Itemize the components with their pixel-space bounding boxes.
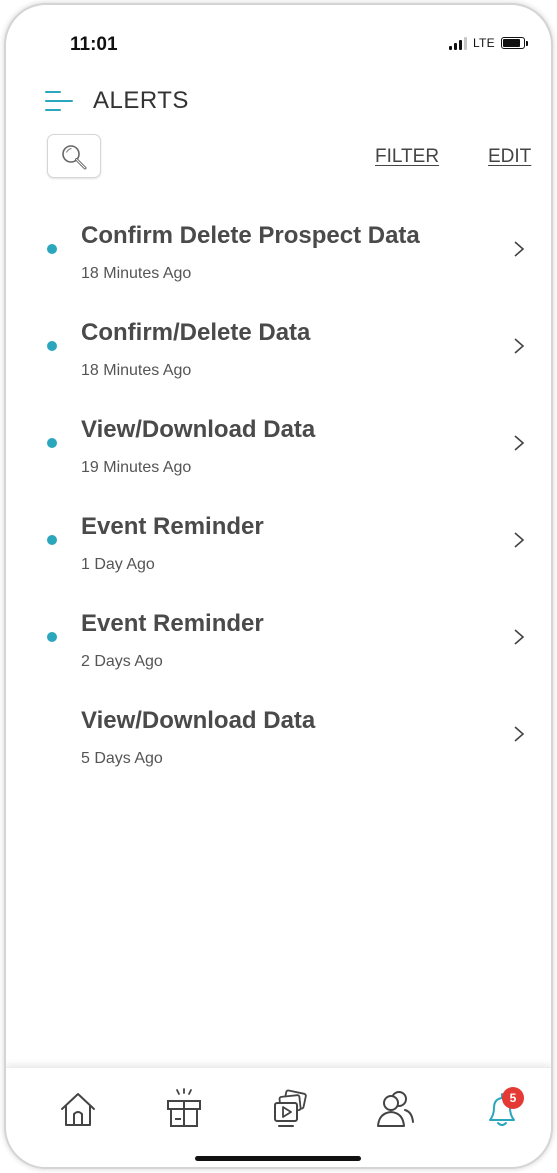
nav-contacts[interactable] bbox=[374, 1088, 418, 1132]
status-time: 11:01 bbox=[70, 34, 118, 55]
search-button[interactable] bbox=[47, 134, 101, 178]
contacts-icon bbox=[377, 1091, 414, 1127]
unread-dot bbox=[47, 438, 57, 448]
chevron-right-icon bbox=[514, 726, 525, 742]
alert-title: View/Download Data bbox=[81, 707, 316, 734]
alert-item[interactable]: Event Reminder 2 Days Ago bbox=[6, 598, 551, 695]
unread-dot bbox=[47, 632, 57, 642]
alert-title: View/Download Data bbox=[81, 416, 316, 443]
alert-item[interactable]: Event Reminder 1 Day Ago bbox=[6, 501, 551, 598]
chevron-right-icon bbox=[514, 435, 525, 451]
unread-dot bbox=[47, 535, 57, 545]
chevron-right-icon bbox=[514, 629, 525, 645]
alert-item[interactable]: Confirm Delete Prospect Data 18 Minutes … bbox=[6, 210, 551, 307]
alerts-list: Confirm Delete Prospect Data 18 Minutes … bbox=[6, 210, 551, 792]
alert-title: Event Reminder bbox=[81, 610, 264, 637]
network-label: LTE bbox=[472, 36, 495, 50]
alert-item[interactable]: View/Download Data 5 Days Ago bbox=[6, 695, 551, 792]
alert-item[interactable]: View/Download Data 19 Minutes Ago bbox=[6, 404, 551, 501]
alert-time: 18 Minutes Ago bbox=[81, 362, 192, 379]
bottom-nav: 5 bbox=[6, 1067, 551, 1167]
alert-title: Event Reminder bbox=[81, 513, 264, 540]
unread-dot bbox=[47, 341, 57, 351]
alert-item[interactable]: Confirm/Delete Data 18 Minutes Ago bbox=[6, 307, 551, 404]
alert-title: Confirm Delete Prospect Data bbox=[81, 222, 420, 249]
nav-gifts[interactable] bbox=[162, 1088, 206, 1132]
chevron-right-icon bbox=[514, 338, 525, 354]
signal-icon bbox=[448, 36, 467, 50]
alert-title: Confirm/Delete Data bbox=[81, 319, 311, 346]
home-icon bbox=[61, 1093, 95, 1126]
edit-link[interactable]: EDIT bbox=[488, 146, 531, 168]
page-title: ALERTS bbox=[93, 87, 189, 114]
status-indicators: LTE bbox=[448, 36, 528, 50]
phone-frame: 11:01 LTE ALERTS FILTER EDIT Confirm Del… bbox=[4, 3, 553, 1169]
home-indicator[interactable] bbox=[195, 1156, 361, 1161]
unread-dot bbox=[47, 244, 57, 254]
alert-time: 18 Minutes Ago bbox=[81, 265, 192, 282]
chevron-right-icon bbox=[514, 532, 525, 548]
hamburger-menu-icon[interactable] bbox=[45, 90, 75, 112]
alert-time: 5 Days Ago bbox=[81, 750, 163, 767]
alert-time: 19 Minutes Ago bbox=[81, 459, 192, 476]
battery-icon bbox=[501, 37, 528, 49]
alert-time: 2 Days Ago bbox=[81, 653, 163, 670]
chevron-right-icon bbox=[514, 241, 525, 257]
header: ALERTS bbox=[6, 83, 551, 123]
nav-alerts[interactable]: 5 bbox=[480, 1087, 524, 1132]
search-icon bbox=[62, 145, 87, 170]
alert-time: 1 Day Ago bbox=[81, 556, 155, 573]
nav-media[interactable] bbox=[268, 1088, 312, 1132]
filter-link[interactable]: FILTER bbox=[375, 146, 439, 168]
nav-home[interactable] bbox=[56, 1088, 100, 1132]
media-icon bbox=[274, 1089, 307, 1127]
gift-icon bbox=[167, 1088, 201, 1127]
status-bar: 11:01 LTE bbox=[6, 5, 551, 75]
notification-badge: 5 bbox=[502, 1087, 524, 1109]
